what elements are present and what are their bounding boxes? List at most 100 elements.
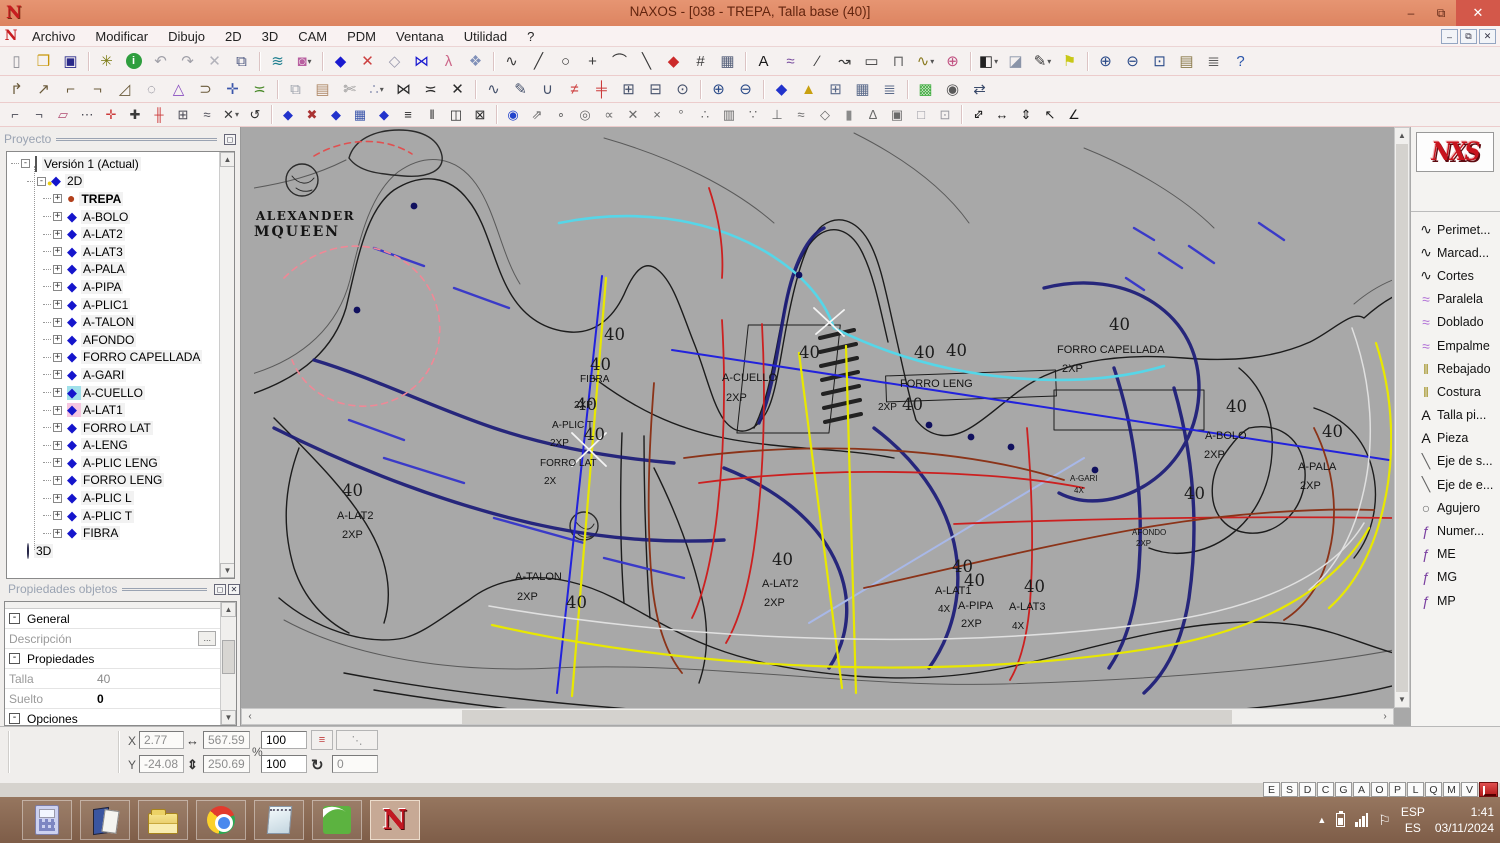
copy-icon[interactable]: ⧉ bbox=[283, 78, 308, 101]
rotation-center-icon[interactable]: ⊕ bbox=[940, 50, 965, 73]
help-doc-icon[interactable]: ? bbox=[1228, 50, 1253, 73]
tree-scrollbar[interactable]: ▲ ▼ bbox=[219, 152, 234, 578]
tree-expander-icon[interactable]: + bbox=[53, 247, 62, 257]
fill-diamond-icon[interactable]: ◆ bbox=[277, 105, 299, 125]
mdi-restore-button[interactable]: ⧉ bbox=[1460, 29, 1477, 44]
tool-pieza[interactable]: A Pieza bbox=[1411, 427, 1500, 450]
dotted-ruler-icon[interactable]: ⋯ bbox=[76, 105, 98, 125]
clock[interactable]: 1:41 03/11/2024 bbox=[1435, 804, 1494, 836]
menu-2d[interactable]: 2D bbox=[215, 27, 252, 46]
canvas-horizontal-scrollbar[interactable]: ‹ › bbox=[241, 708, 1394, 725]
scale-x-field[interactable]: 100 bbox=[261, 731, 307, 749]
taskbar-chrome-icon[interactable] bbox=[196, 800, 246, 840]
scroll-down-icon[interactable]: ▼ bbox=[1395, 692, 1409, 707]
zoom-in-icon[interactable]: ⊕ bbox=[1093, 50, 1118, 73]
corner-arrow-icon[interactable]: ↗ bbox=[31, 78, 56, 101]
print-icon[interactable]: ≣ bbox=[1201, 50, 1226, 73]
ruler-icon[interactable]: ▤ bbox=[1174, 50, 1199, 73]
piece-diamond-icon[interactable]: ◆ bbox=[769, 78, 794, 101]
properties-maximize-button[interactable]: ◻ bbox=[214, 583, 226, 595]
line-icon[interactable]: ╱ bbox=[526, 50, 551, 73]
skew-icon[interactable]: ✕ bbox=[445, 78, 470, 101]
tool-empalme[interactable]: ≈ Empalme bbox=[1411, 334, 1500, 357]
menu-utilidad[interactable]: Utilidad bbox=[454, 27, 517, 46]
tree-expander-icon[interactable]: + bbox=[53, 511, 62, 521]
tree-expander-icon[interactable]: + bbox=[53, 212, 62, 222]
properties-scroll-up-icon[interactable]: ▲ bbox=[221, 602, 236, 617]
segment-points-icon[interactable]: ⇗ bbox=[526, 105, 548, 125]
axis-line-icon[interactable]: ╲ bbox=[634, 50, 659, 73]
undo-icon[interactable]: ↶ bbox=[148, 50, 173, 73]
menu--[interactable]: ? bbox=[517, 27, 544, 46]
tree-item-a-plic1[interactable]: + ◆ A-PLIC1 bbox=[11, 296, 234, 314]
tree-scroll-down-icon[interactable]: ▼ bbox=[220, 563, 234, 578]
kbd-indicator-d[interactable]: D bbox=[1299, 781, 1316, 797]
properties-close-button[interactable]: ✕ bbox=[228, 583, 240, 595]
dashes-icon[interactable]: ≍ bbox=[247, 78, 272, 101]
vertical-scroll-thumb[interactable] bbox=[1396, 144, 1408, 692]
tree-item-a-bolo[interactable]: + ◆ A-BOLO bbox=[11, 208, 234, 226]
panel-grip[interactable] bbox=[122, 587, 207, 591]
project-tree[interactable]: - Versión 1 (Actual) - ◆ ● 2D + ● TREPA + ◆ A-BOLO +… bbox=[6, 151, 235, 579]
tray-expand-icon[interactable]: ▲ bbox=[1317, 815, 1326, 825]
table-grid-icon[interactable]: ⊞ bbox=[823, 78, 848, 101]
talla-value[interactable]: 40 bbox=[97, 672, 110, 686]
suelto-value[interactable]: 0 bbox=[97, 692, 104, 706]
battery-icon[interactable] bbox=[1336, 811, 1346, 827]
properties-column-header[interactable] bbox=[5, 602, 236, 609]
delete-node-icon[interactable]: ✕ ▾ bbox=[220, 105, 242, 125]
kbd-indicator-a[interactable]: A bbox=[1353, 781, 1370, 797]
red-cross-icon[interactable]: ╪ bbox=[589, 78, 614, 101]
red-node-icon[interactable]: ◆ bbox=[661, 50, 686, 73]
tree-item-a-pala[interactable]: + ◆ A-PALA bbox=[11, 261, 234, 279]
tree-expander-icon[interactable]: - bbox=[37, 176, 46, 186]
menu-modificar[interactable]: Modificar bbox=[85, 27, 158, 46]
save-icon[interactable]: ▣ bbox=[58, 50, 83, 73]
tree-expander-icon[interactable]: + bbox=[53, 335, 62, 345]
columns-icon[interactable]: ◫ bbox=[445, 105, 467, 125]
mdi-minimize-button[interactable]: – bbox=[1441, 29, 1458, 44]
tool-agujero[interactable]: ○ Agujero bbox=[1411, 496, 1500, 519]
tool-paralela[interactable]: ≈ Paralela bbox=[1411, 288, 1500, 311]
select-cursor-icon[interactable]: ↖ bbox=[1039, 105, 1061, 125]
export-table-icon[interactable]: ⧉ bbox=[229, 50, 254, 73]
list-layers-icon[interactable]: ≣ bbox=[877, 78, 902, 101]
kbd-indicator-l[interactable]: L bbox=[1407, 781, 1424, 797]
mirror-piece-icon[interactable]: ⋈ bbox=[409, 50, 434, 73]
tree-item-a-cuello[interactable]: + ◆ A-CUELLO bbox=[11, 384, 234, 402]
menu-archivo[interactable]: Archivo bbox=[22, 27, 85, 46]
corner-round-icon[interactable]: ↱ bbox=[4, 78, 29, 101]
spiral-triangle-icon[interactable]: △ bbox=[166, 78, 191, 101]
tool-me[interactable]: ƒ ME bbox=[1411, 543, 1500, 566]
film-strip-icon[interactable]: ▦ bbox=[850, 78, 875, 101]
mdi-close-button[interactable]: ✕ bbox=[1479, 29, 1496, 44]
tree-expander-icon[interactable]: + bbox=[53, 493, 62, 503]
tree-item-a-lat2[interactable]: + ◆ A-LAT2 bbox=[11, 225, 234, 243]
magnify-plus-icon[interactable]: ⊕ bbox=[706, 78, 731, 101]
preview-eye-icon[interactable]: ◉ bbox=[940, 78, 965, 101]
tool-mg[interactable]: ƒ MG bbox=[1411, 566, 1500, 589]
cross-small-icon[interactable]: ✕ bbox=[622, 105, 644, 125]
tool-perimetro[interactable]: ∿ Perimet... bbox=[1411, 218, 1500, 241]
scroll-right-icon[interactable]: › bbox=[1377, 711, 1393, 722]
tree-expander-icon[interactable]: + bbox=[53, 300, 62, 310]
dots-pair-icon[interactable]: ∵ bbox=[742, 105, 764, 125]
menu-dibujo[interactable]: Dibujo bbox=[158, 27, 215, 46]
grid-icon[interactable]: ▦ bbox=[715, 50, 740, 73]
scale-y-field[interactable]: 100 bbox=[261, 755, 307, 773]
node-link-icon[interactable]: ∝ bbox=[598, 105, 620, 125]
properties-scroll-thumb[interactable] bbox=[222, 640, 235, 674]
corner-notch-icon[interactable]: ¬ bbox=[85, 78, 110, 101]
tree-expander-icon[interactable]: + bbox=[53, 458, 62, 468]
ruler-small-icon[interactable]: ▥ bbox=[718, 105, 740, 125]
cell-add-icon[interactable]: ⊞ bbox=[616, 78, 641, 101]
cut-icon[interactable]: ✄ bbox=[337, 78, 362, 101]
panel-grip[interactable] bbox=[56, 137, 217, 141]
tree-expander-icon[interactable]: + bbox=[53, 194, 62, 204]
taskbar-file-explorer-icon[interactable] bbox=[138, 800, 188, 840]
kbd-indicator-g[interactable]: G bbox=[1335, 781, 1352, 797]
refresh-icon[interactable]: ↺ bbox=[244, 105, 266, 125]
tree-expander-icon[interactable]: + bbox=[53, 388, 62, 398]
layers-icon[interactable]: ≋ bbox=[265, 50, 290, 73]
incline-dots-icon[interactable]: ∴ bbox=[694, 105, 716, 125]
